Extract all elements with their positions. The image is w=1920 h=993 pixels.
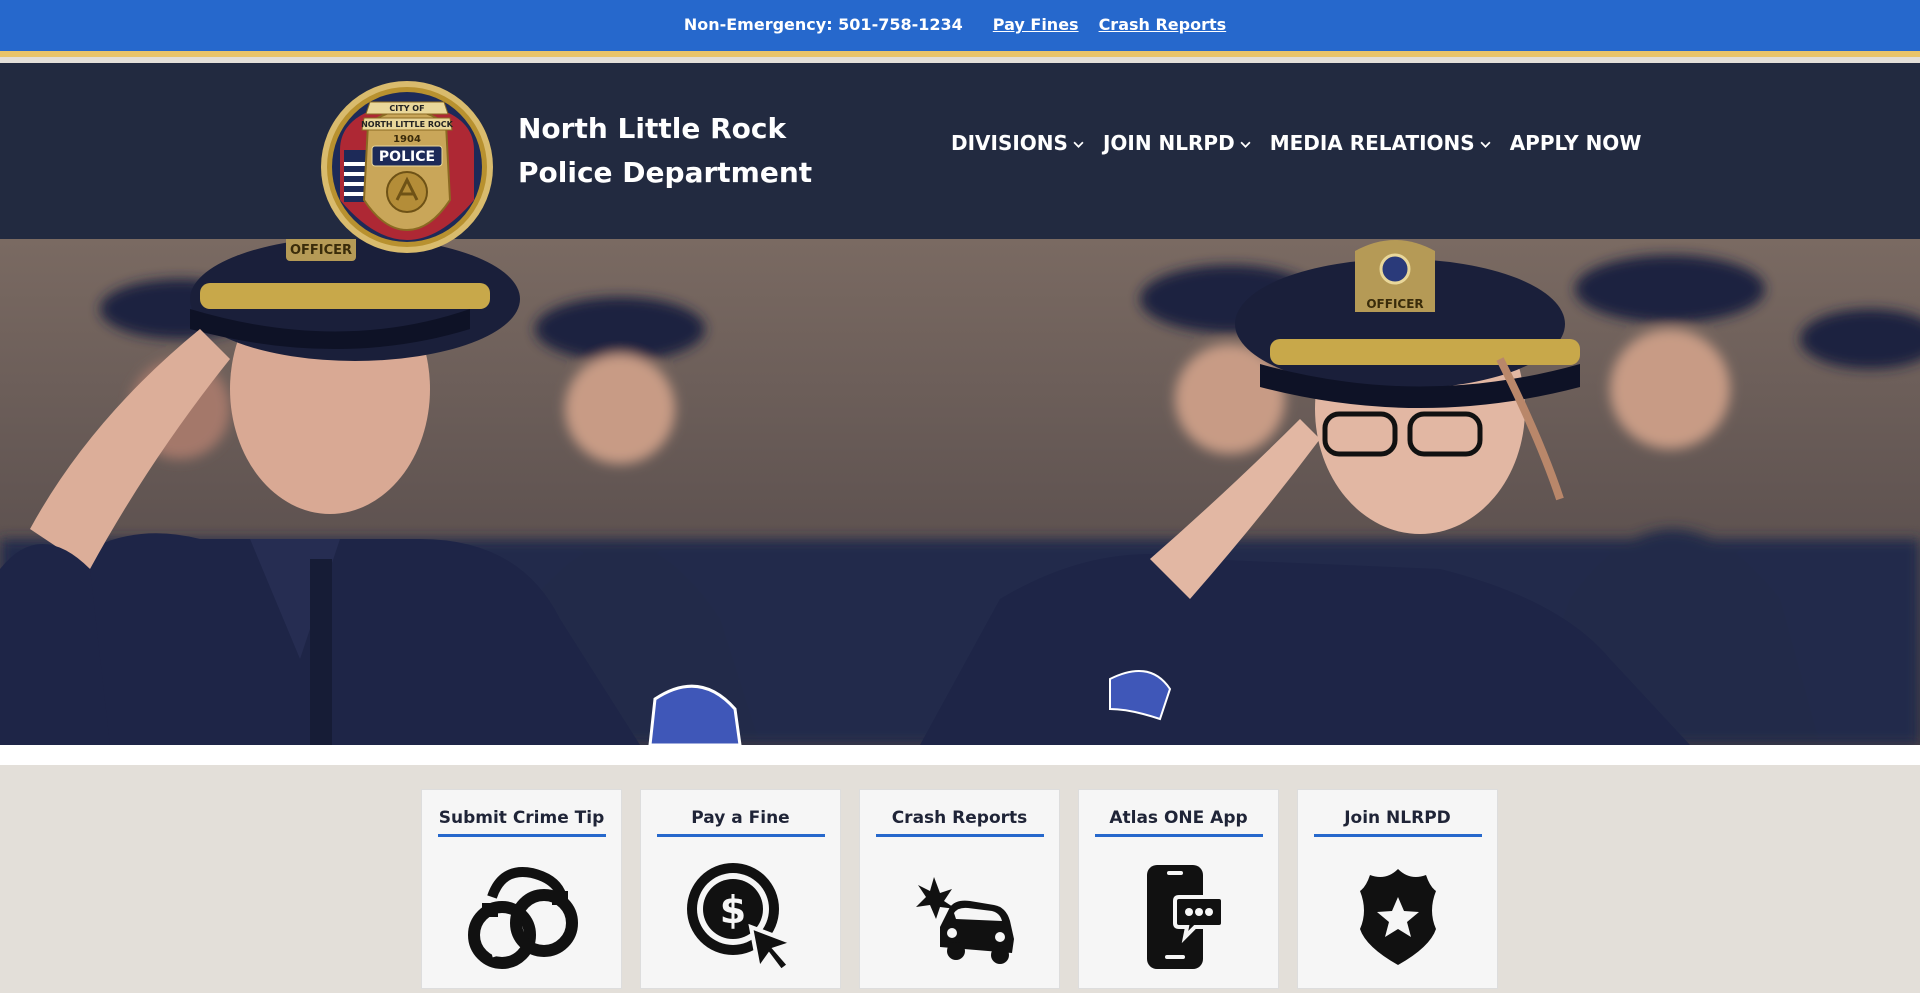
quick-link-title: Atlas ONE App (1094, 808, 1263, 837)
nav-divisions-label: DIVISIONS (951, 131, 1068, 155)
quick-link-title: Pay a Fine (656, 808, 825, 837)
nav-apply-now[interactable]: APPLY NOW (1510, 131, 1642, 155)
nav-media-relations-label: MEDIA RELATIONS (1269, 131, 1475, 155)
police-badge-icon (1359, 869, 1436, 965)
seal-year-text: 1904 (393, 134, 421, 145)
non-emergency-phone: Non-Emergency: 501-758-1234 (683, 15, 963, 34)
phone-chat-icon (1146, 865, 1225, 969)
svg-text:$: $ (719, 888, 745, 932)
seal-top-text: CITY OF (389, 104, 424, 113)
quick-link-submit-crime-tip[interactable]: Submit Crime Tip (421, 789, 622, 989)
quick-links: Submit Crime Tip Pay a Fine $ Crash Repo… (421, 789, 1498, 989)
saluting-officers-illustration: OFFICER OFFICER (0, 239, 1920, 745)
car-crash-icon (915, 877, 1014, 964)
department-name-line2: Police Department (518, 156, 813, 189)
police-seal-logo[interactable]: CITY OF NORTH LITTLE ROCK 1904 POLICE (320, 80, 494, 254)
hero-image: OFFICER OFFICER (0, 239, 1920, 745)
nav-join-nlrpd-label: JOIN NLRPD (1102, 131, 1235, 155)
nav-media-relations[interactable]: MEDIA RELATIONS (1270, 131, 1491, 155)
chevron-down-icon (1240, 141, 1251, 148)
seal-city-text: NORTH LITTLE ROCK (361, 120, 454, 129)
utility-bar: Non-Emergency: 501-758-1234 Pay Fines Cr… (0, 0, 1920, 57)
pay-fines-link[interactable]: Pay Fines (993, 15, 1079, 34)
nav-join-nlrpd[interactable]: JOIN NLRPD (1103, 131, 1251, 155)
site-header: CITY OF NORTH LITTLE ROCK 1904 POLICE No… (0, 63, 1920, 253)
chevron-down-icon (1480, 141, 1491, 148)
hero-divider (0, 745, 1920, 765)
department-name-line1: North Little Rock (518, 112, 787, 145)
dollar-cursor-icon: $ (686, 863, 799, 974)
quick-link-join-nlrpd[interactable]: Join NLRPD (1297, 789, 1498, 989)
crash-reports-link[interactable]: Crash Reports (1099, 15, 1227, 34)
nav-divisions[interactable]: DIVISIONS (951, 131, 1084, 155)
department-name[interactable]: North Little Rock Police Department (518, 107, 812, 195)
main-nav: DIVISIONS JOIN NLRPD MEDIA RELATIONS APP… (951, 131, 1641, 155)
quick-link-title: Submit Crime Tip (437, 808, 606, 837)
cap-badge-text-right: OFFICER (1366, 297, 1423, 311)
seal-police-text: POLICE (379, 149, 435, 165)
quick-link-atlas-one-app[interactable]: Atlas ONE App (1078, 789, 1279, 989)
quick-link-title: Join NLRPD (1313, 808, 1482, 837)
quick-link-title: Crash Reports (875, 808, 1044, 837)
quick-link-crash-reports[interactable]: Crash Reports (859, 789, 1060, 989)
chevron-down-icon (1073, 141, 1084, 148)
nav-apply-now-label: APPLY NOW (1509, 131, 1642, 155)
quick-link-pay-a-fine[interactable]: Pay a Fine $ (640, 789, 841, 989)
handcuffs-icon (467, 867, 578, 969)
